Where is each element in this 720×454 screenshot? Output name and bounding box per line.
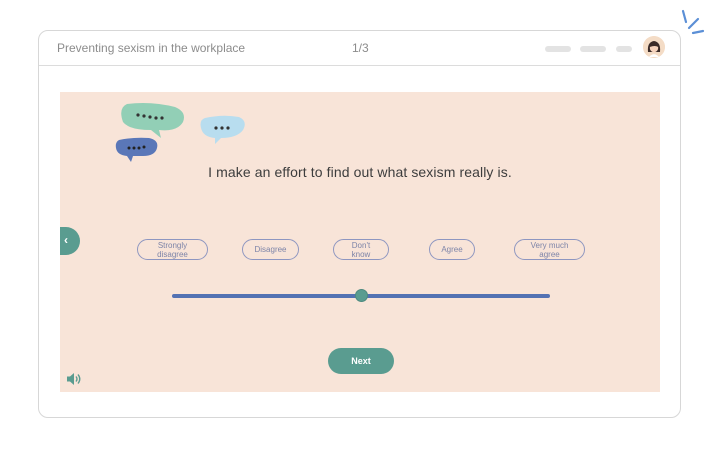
option-label-line1: Strongly: [157, 240, 188, 250]
chevron-left-icon: ‹: [64, 233, 68, 247]
option-dont-know[interactable]: Don't know: [333, 239, 389, 260]
progress-pill-1: [545, 46, 571, 52]
scale-slider-track[interactable]: [172, 289, 550, 302]
speaker-icon[interactable]: [66, 372, 82, 386]
scale-slider-thumb[interactable]: [354, 289, 368, 302]
option-label-line1: Disagree: [254, 245, 287, 254]
question-stage: I make an effort to find out what sexism…: [60, 92, 660, 392]
progress-pill-2: [580, 46, 606, 52]
option-label-line2: know: [351, 249, 371, 259]
next-button[interactable]: Next: [328, 348, 394, 374]
option-strongly-disagree[interactable]: Strongly disagree: [137, 239, 208, 260]
option-very-much-agree[interactable]: Very much agree: [514, 239, 585, 260]
top-bar: Preventing sexism in the workplace 1/3: [39, 31, 680, 66]
page-counter: 1/3: [352, 41, 369, 55]
course-window: Preventing sexism in the workplace 1/3 I…: [38, 30, 681, 418]
back-button[interactable]: ‹: [60, 227, 80, 255]
speech-bubbles-icon: [115, 103, 245, 162]
option-disagree[interactable]: Disagree: [242, 239, 299, 260]
option-label-line2: agree: [539, 249, 560, 259]
progress-pill-3: [616, 46, 632, 52]
option-label-line1: Don't: [351, 240, 371, 250]
sparkle-icon: [681, 9, 705, 35]
option-label-line2: disagree: [157, 249, 188, 259]
option-label-line1: Agree: [441, 245, 463, 254]
question-statement: I make an effort to find out what sexism…: [208, 164, 512, 180]
avatar-face-icon: [643, 36, 665, 58]
option-label-line1: Very much: [530, 240, 569, 250]
course-title: Preventing sexism in the workplace: [57, 41, 246, 55]
user-avatar[interactable]: [643, 36, 665, 58]
option-agree[interactable]: Agree: [429, 239, 475, 260]
